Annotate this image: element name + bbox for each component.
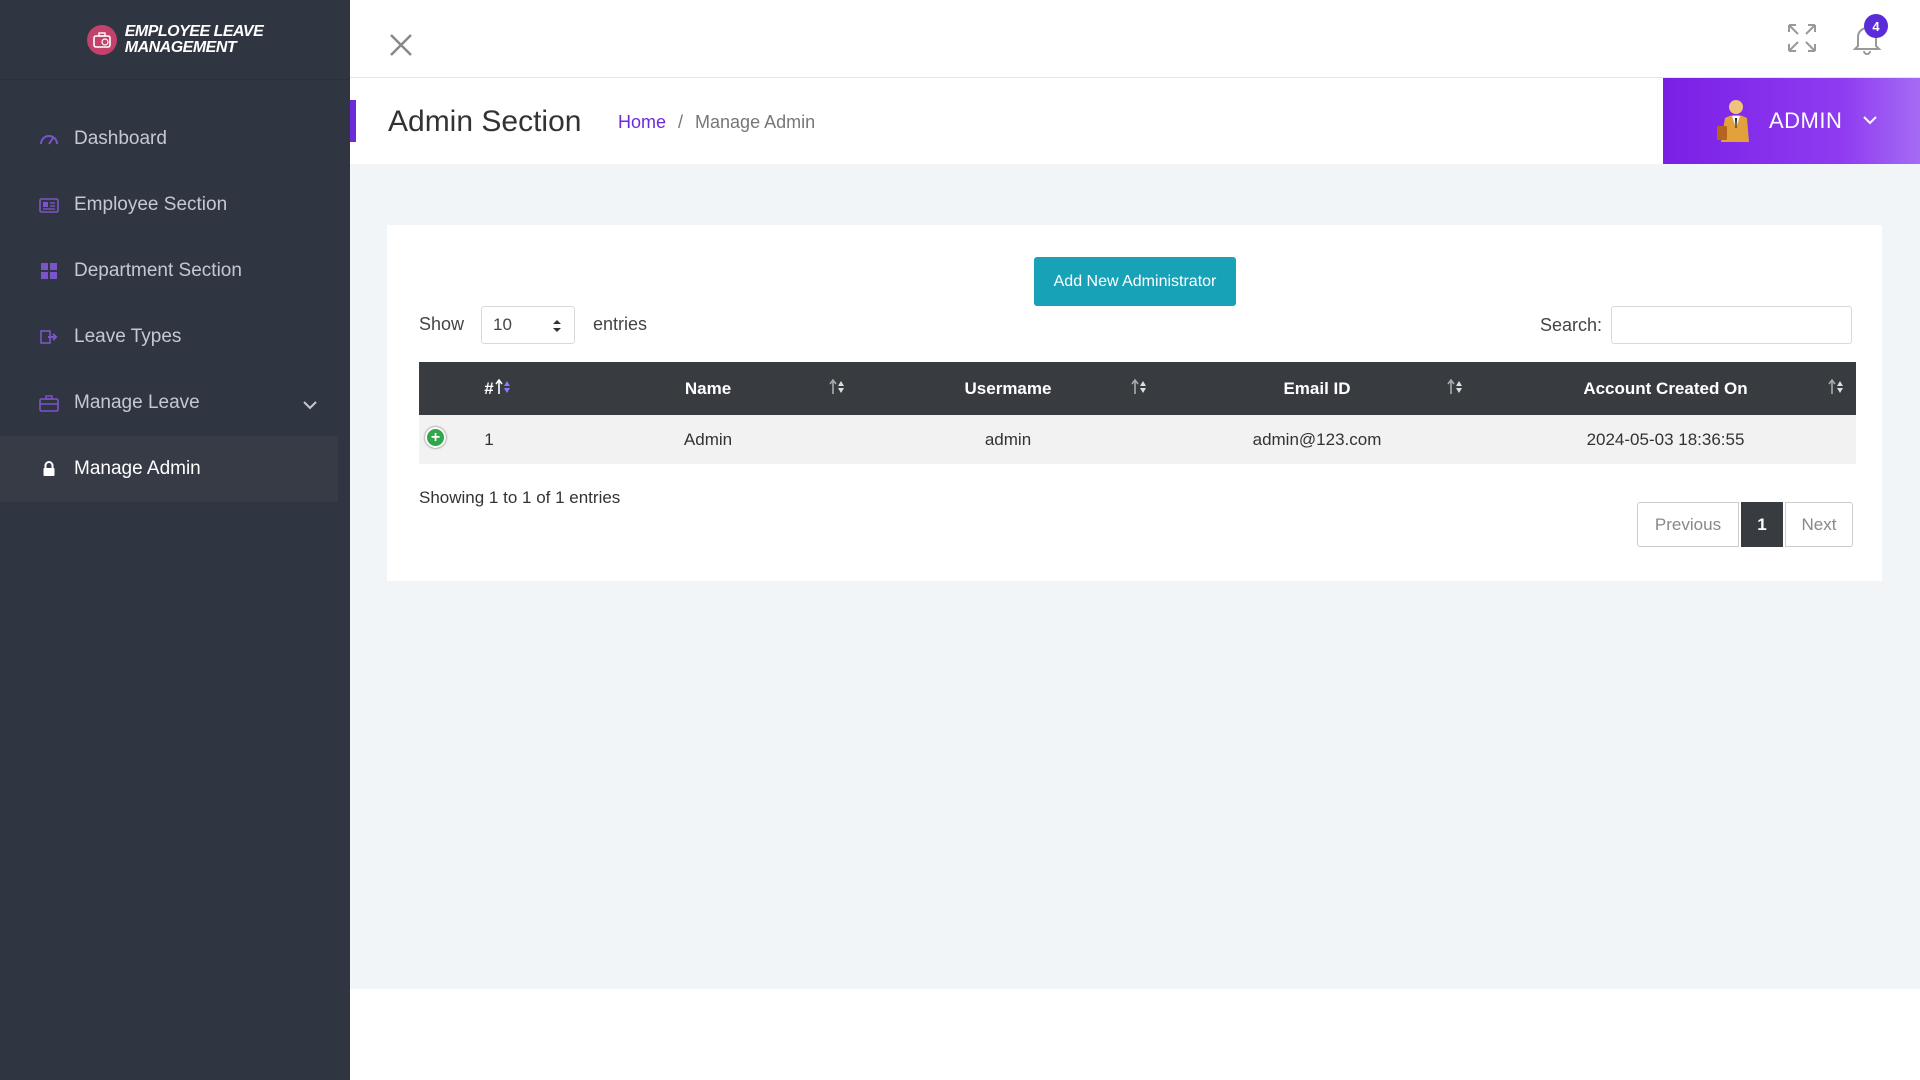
logo-line-2: Management [124,38,237,56]
column-header-label: # [484,378,494,398]
table-row: + 1 Admin admin admin@123.com 2024-05-03… [419,415,1856,464]
column-header-name[interactable]: Name [559,362,857,415]
briefcase-icon [38,392,60,414]
sidebar-nav: Dashboard Employee Section Department Se… [0,106,350,502]
sign-out-icon [38,326,60,348]
id-card-icon [38,194,60,216]
sidebar-item-label: Employee Section [74,194,228,215]
column-header-number[interactable]: # [419,362,559,415]
avatar [1715,98,1753,144]
column-header-username[interactable]: Usermame [857,362,1159,415]
column-header-label: Email ID [1283,378,1351,398]
sort-icon [829,378,845,400]
close-icon [390,34,412,56]
page-size-value: 10 [493,315,512,334]
breadcrumb: Home / Manage Admin [618,112,815,133]
sidebar-item-manage-leave[interactable]: Manage Leave [0,370,350,436]
user-name: ADMIN [1769,108,1843,133]
search-label: Search: [1540,315,1603,335]
expand-row-plus-icon[interactable]: + [425,427,446,448]
table-info: Showing 1 to 1 of 1 entries [419,488,621,507]
pagination-page-1[interactable]: 1 [1741,502,1783,547]
sidebar: Employee Leave Management Dashboard Empl… [0,0,350,1080]
select-arrows-icon [552,318,562,339]
pagination-previous-button[interactable]: Previous [1637,502,1739,547]
sort-icon [1131,378,1147,400]
sidebar-item-leave-types[interactable]: Leave Types [0,304,350,370]
add-new-administrator-button[interactable]: Add New Administrator [1034,257,1236,306]
sidebar-item-manage-admin[interactable]: Manage Admin [0,436,338,502]
sort-ascending-icon [495,378,511,400]
column-header-created-on[interactable]: Account Created On [1475,362,1856,415]
dashboard-icon [38,128,60,150]
sidebar-item-label: Manage Admin [74,458,201,479]
column-header-label: Usermame [964,378,1052,398]
page-size-select[interactable]: 10 [481,306,575,344]
briefcase-logo-icon [86,24,117,55]
page-header: Admin Section Home / Manage Admin ADMIN [350,78,1920,164]
entries-label: entries [593,314,648,334]
lock-icon [38,458,60,480]
admin-table: # Name Usermame Email ID Account Created… [419,362,1856,464]
admin-table-card: Add New Administrator Show 10 entries Se… [387,225,1882,581]
sidebar-item-label: Leave Types [74,326,182,347]
table-header-row: # Name Usermame Email ID Account Created… [419,362,1856,415]
chevron-down-icon [1862,112,1878,130]
close-sidebar-button[interactable] [386,30,416,60]
sidebar-item-dashboard[interactable]: Dashboard [0,106,350,172]
chevron-down-icon [302,394,318,416]
search-input[interactable] [1611,306,1852,344]
grid-icon [38,260,60,282]
cell-username: admin [984,429,1032,449]
page-title: Admin Section [388,105,582,138]
cell-number-value: 1 [484,429,494,449]
header-accent-bar [350,100,356,142]
cell-email: admin@123.com [1252,429,1382,449]
notification-badge: 4 [1864,14,1888,38]
sidebar-item-label: Dashboard [74,128,167,149]
cell-name: Admin [683,429,733,449]
topbar: 4 [350,0,1920,78]
expand-icon [1788,24,1816,52]
logo-text: Employee Leave Management [124,22,264,56]
cell-number: + 1 [419,415,559,464]
sidebar-item-label: Manage Leave [74,392,200,413]
user-menu[interactable]: ADMIN [1663,78,1920,164]
pagination-next-button[interactable]: Next [1785,502,1853,547]
pagination: Previous 1 Next [1637,502,1853,547]
sort-icon [1447,378,1463,400]
sidebar-item-employee-section[interactable]: Employee Section [0,172,350,238]
logo[interactable]: Employee Leave Management [0,0,350,80]
column-header-label: Account Created On [1583,378,1748,398]
breadcrumb-home-link[interactable]: Home [618,112,666,133]
show-label: Show [419,314,465,334]
breadcrumb-current: Manage Admin [695,112,816,132]
fullscreen-button[interactable] [1786,22,1818,54]
sidebar-item-label: Department Section [74,260,242,281]
logo-line-1: Employee Leave [124,22,264,40]
column-header-email[interactable]: Email ID [1159,362,1475,415]
column-header-label: Name [684,378,732,398]
cell-created-on: 2024-05-03 18:36:55 [1586,429,1745,449]
breadcrumb-separator: / [678,112,684,132]
sidebar-item-department-section[interactable]: Department Section [0,238,350,304]
sort-icon [1828,378,1844,400]
